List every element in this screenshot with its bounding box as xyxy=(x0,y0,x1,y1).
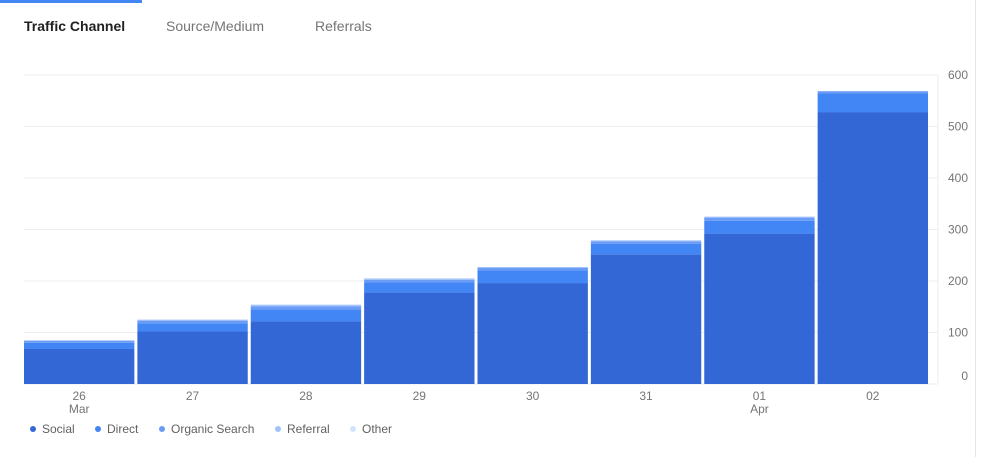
legend-item-direct[interactable]: Direct xyxy=(95,422,138,436)
bar-segment-direct[interactable] xyxy=(477,270,588,284)
bar-segment-referral[interactable] xyxy=(477,267,588,268)
y-tick-label: 200 xyxy=(948,274,968,288)
bar-segment-organic-search[interactable] xyxy=(590,241,702,244)
bar-segment-referral[interactable] xyxy=(364,278,475,280)
y-tick-label: 0 xyxy=(961,369,968,383)
bar-segment-direct[interactable] xyxy=(364,282,475,293)
bar-segment-referral[interactable] xyxy=(704,216,815,218)
bar-segment-direct[interactable] xyxy=(817,93,928,113)
y-tick-label: 300 xyxy=(948,223,968,237)
y-tick-label: 400 xyxy=(948,171,968,185)
bar-segment-referral[interactable] xyxy=(817,90,928,92)
x-tick-label: 28 xyxy=(299,389,313,403)
x-tick-label: 30 xyxy=(526,389,540,403)
bar-segment-social[interactable] xyxy=(477,283,588,384)
bar-segment-social[interactable] xyxy=(590,254,702,384)
x-tick-label: 31 xyxy=(639,389,653,403)
bar-segment-social[interactable] xyxy=(137,331,248,384)
bar-segment-organic-search[interactable] xyxy=(704,217,815,221)
y-tick-label: 500 xyxy=(948,120,968,134)
legend-label-direct: Direct xyxy=(107,422,139,436)
legend-item-social[interactable]: Social xyxy=(30,422,75,436)
y-tick-label: 600 xyxy=(948,68,968,82)
legend-label-social: Social xyxy=(42,422,75,436)
bar-segment-referral[interactable] xyxy=(250,304,362,307)
legend-item-other[interactable]: Other xyxy=(350,422,392,436)
x-tick-label: 26 xyxy=(73,389,87,403)
bar-segment-social[interactable] xyxy=(24,348,135,384)
legend-swatch-other xyxy=(350,426,356,432)
bar-segment-direct[interactable] xyxy=(590,243,702,255)
bar-segment-direct[interactable] xyxy=(24,342,135,349)
x-tick-sublabel: Apr xyxy=(750,402,769,416)
legend-label-referral: Referral xyxy=(287,422,330,436)
bar-segment-organic-search[interactable] xyxy=(24,340,135,343)
bar-segment-organic-search[interactable] xyxy=(137,320,248,324)
legend-label-other: Other xyxy=(362,422,393,436)
legend-swatch-organic-search xyxy=(159,426,165,432)
bar-segment-referral[interactable] xyxy=(137,319,248,321)
legend-label-organic-search: Organic Search xyxy=(171,422,255,436)
bar-segment-referral[interactable] xyxy=(590,240,702,242)
bar-segment-direct[interactable] xyxy=(250,309,362,322)
stacked-bar-chart: 0 100 200 300 400 500 600 26Mar 27 28 29 30 31 01Apr 0… xyxy=(24,68,968,416)
x-tick-label: 01 xyxy=(753,389,767,403)
legend-item-organic-search[interactable]: Organic Search xyxy=(159,422,254,436)
legend-swatch-social xyxy=(30,426,36,432)
x-tick-label: 27 xyxy=(186,389,200,403)
x-tick-label: 29 xyxy=(413,389,427,403)
bar-segment-direct[interactable] xyxy=(137,323,248,332)
bar-segment-organic-search[interactable] xyxy=(250,306,362,310)
bar-segment-referral[interactable] xyxy=(24,340,135,341)
bar-segment-social[interactable] xyxy=(250,321,362,384)
legend-swatch-referral xyxy=(275,426,281,432)
x-tick-label: 02 xyxy=(866,389,880,403)
bar-segment-social[interactable] xyxy=(817,112,928,384)
bar-segment-direct[interactable] xyxy=(704,220,815,234)
bar-segment-social[interactable] xyxy=(364,292,475,384)
bar-segment-organic-search[interactable] xyxy=(364,279,475,283)
bar-segment-organic-search[interactable] xyxy=(817,91,928,94)
legend-item-referral[interactable]: Referral xyxy=(275,422,330,436)
bar-segment-organic-search[interactable] xyxy=(477,267,588,271)
x-tick-sublabel: Mar xyxy=(69,402,90,416)
legend-swatch-direct xyxy=(95,426,101,432)
y-tick-label: 100 xyxy=(948,326,968,340)
bar-segment-social[interactable] xyxy=(704,233,815,384)
